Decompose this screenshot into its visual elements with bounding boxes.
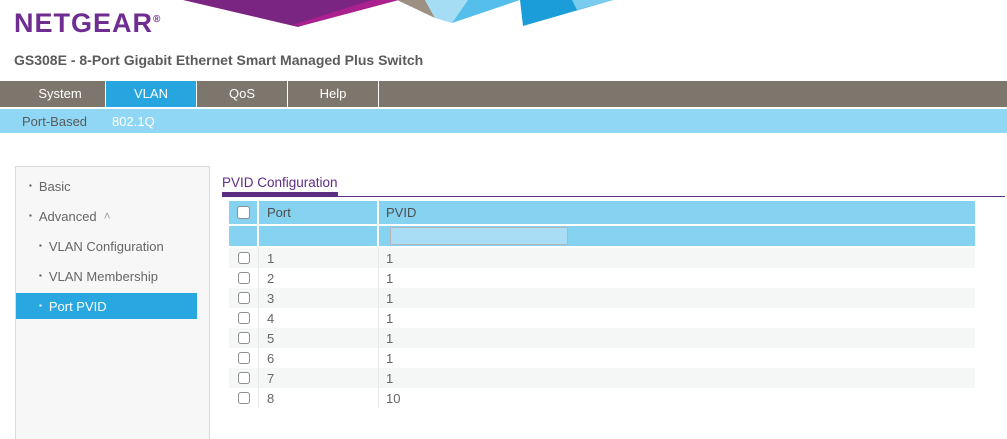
table-row: 2 1: [229, 268, 975, 288]
row-checkbox[interactable]: [238, 292, 250, 304]
subnav-item-8021q[interactable]: 802.1Q: [112, 114, 155, 129]
title-underline: [222, 192, 1005, 197]
caret-up-icon: ˄: [104, 209, 111, 223]
pvid-table: Port PVID 1 1 2 1 3 1 4 1: [229, 201, 975, 408]
netgear-logo: NETGEAR®: [14, 8, 161, 39]
port-cell: 3: [259, 288, 379, 308]
port-cell: 6: [259, 348, 379, 368]
row-checkbox[interactable]: [238, 252, 250, 264]
main-nav: System VLAN QoS Help: [0, 81, 1007, 107]
subnav-item-port-based[interactable]: Port-Based: [22, 114, 87, 129]
sidebar-item-label: Port PVID: [49, 299, 107, 314]
sidebar-item-port-pvid[interactable]: ▪ Port PVID: [16, 293, 197, 319]
bullet-icon: ▪: [39, 302, 42, 310]
sidebar-item-label: VLAN Configuration: [49, 239, 164, 254]
row-checkbox[interactable]: [238, 312, 250, 324]
product-title: GS308E - 8-Port Gigabit Ethernet Smart M…: [14, 52, 423, 68]
vlan-sub-nav: Port-Based 802.1Q: [0, 109, 1007, 133]
column-header-port: Port: [259, 201, 379, 224]
port-cell: 7: [259, 368, 379, 388]
sidebar-item-label: Advanced: [39, 209, 97, 224]
table-row: 8 10: [229, 388, 975, 408]
pvid-cell: 1: [379, 348, 975, 368]
row-checkbox[interactable]: [238, 392, 250, 404]
header-banner-graphic: [168, 0, 618, 28]
pvid-cell: 10: [379, 388, 975, 408]
pvid-cell: 1: [379, 268, 975, 288]
port-cell: 2: [259, 268, 379, 288]
port-cell: 5: [259, 328, 379, 348]
pvid-input[interactable]: [390, 227, 568, 245]
sidebar-item-label: VLAN Membership: [49, 269, 158, 284]
pvid-cell: 1: [379, 248, 975, 268]
pvid-cell: 1: [379, 368, 975, 388]
tab-qos[interactable]: QoS: [197, 81, 288, 107]
row-checkbox[interactable]: [238, 332, 250, 344]
row-checkbox[interactable]: [238, 352, 250, 364]
bullet-icon: ▪: [29, 182, 32, 190]
tab-help[interactable]: Help: [288, 81, 379, 107]
row-checkbox[interactable]: [238, 272, 250, 284]
table-filter-row: [229, 226, 975, 248]
port-cell: 8: [259, 388, 379, 408]
sidebar-item-label: Basic: [39, 179, 71, 194]
column-header-pvid: PVID: [379, 201, 975, 224]
table-row: 3 1: [229, 288, 975, 308]
sidebar-item-vlan-membership[interactable]: ▪ VLAN Membership: [16, 261, 209, 291]
sidebar-item-basic[interactable]: ▪ Basic: [16, 171, 209, 201]
tab-system[interactable]: System: [15, 81, 106, 107]
pvid-cell: 1: [379, 328, 975, 348]
table-header-row: Port PVID: [229, 201, 975, 226]
logo-text: NETGEAR: [14, 8, 153, 38]
table-body: 1 1 2 1 3 1 4 1 5 1 6 1 7: [229, 248, 975, 408]
sidebar-item-vlan-configuration[interactable]: ▪ VLAN Configuration: [16, 231, 209, 261]
sidebar-item-advanced[interactable]: ▪ Advanced ˄: [16, 201, 209, 231]
select-all-checkbox[interactable]: [237, 206, 250, 219]
table-row: 5 1: [229, 328, 975, 348]
table-row: 4 1: [229, 308, 975, 328]
bullet-icon: ▪: [39, 242, 42, 250]
bullet-icon: ▪: [29, 212, 32, 220]
registered-mark: ®: [153, 14, 161, 25]
table-row: 1 1: [229, 248, 975, 268]
port-cell: 1: [259, 248, 379, 268]
pvid-cell: 1: [379, 288, 975, 308]
pvid-cell: 1: [379, 308, 975, 328]
row-checkbox[interactable]: [238, 372, 250, 384]
sidebar: ▪ Basic ▪ Advanced ˄ ▪ VLAN Configuratio…: [15, 166, 210, 439]
table-row: 6 1: [229, 348, 975, 368]
port-cell: 4: [259, 308, 379, 328]
page-title: PVID Configuration: [222, 175, 338, 190]
table-row: 7 1: [229, 368, 975, 388]
bullet-icon: ▪: [39, 272, 42, 280]
tab-vlan[interactable]: VLAN: [106, 81, 197, 107]
